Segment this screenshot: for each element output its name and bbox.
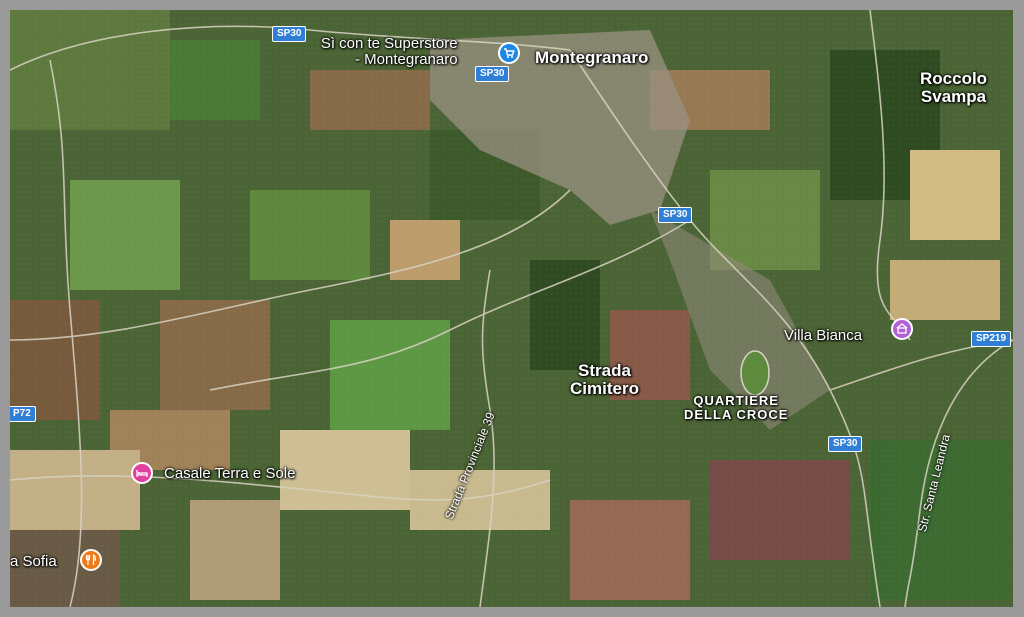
road-shield-sp219: SP219 [971, 331, 1012, 347]
place-quartiere-line1: QUARTIERE [693, 393, 779, 408]
poi-superstore-name: Sì con te Superstore [320, 35, 458, 52]
place-strada-line1: Strada [578, 361, 631, 380]
road-shield-sp30: SP30 [272, 26, 307, 42]
poi-label-casale-terra-e-sole[interactable]: Casale Terra e Sole [164, 466, 295, 482]
landmark-icon[interactable] [891, 318, 913, 340]
poi-label-superstore[interactable]: Sì con te Superstore - Montegranaro [315, 36, 458, 68]
road-shield-sp30: SP30 [475, 66, 510, 82]
road-shield-sp30: SP30 [658, 207, 693, 223]
place-roccolo-line1: Roccolo [920, 69, 988, 88]
bed-icon[interactable] [131, 462, 153, 484]
satellite-map[interactable]: SP30 SP30 SP30 SP30 SP219 P72 Sì con te … [10, 10, 1013, 607]
place-roccolo-line2: Svampa [920, 86, 987, 106]
poi-label-villa-bianca[interactable]: Villa Bianca [784, 328, 862, 344]
place-label-quartiere-della-croce[interactable]: QUARTIERE DELLA CROCE [684, 394, 788, 421]
poi-superstore-subname: - Montegranaro [355, 50, 458, 68]
map-terrain [10, 10, 1013, 607]
place-label-strada-cimitero[interactable]: Strada Cimitero [570, 362, 639, 398]
restaurant-icon[interactable] [80, 549, 102, 571]
shopping-cart-icon[interactable] [498, 42, 520, 64]
poi-label-sofia[interactable]: a Sofia [10, 554, 57, 570]
road-shield-sp30: SP30 [828, 436, 863, 452]
place-quartiere-line2: DELLA CROCE [684, 406, 789, 422]
road-shield-p72: P72 [10, 406, 36, 422]
place-label-roccolo-svampa[interactable]: Roccolo Svampa [920, 70, 987, 106]
place-strada-line2: Cimitero [570, 378, 639, 398]
place-label-montegranaro[interactable]: Montegranaro [535, 49, 648, 67]
